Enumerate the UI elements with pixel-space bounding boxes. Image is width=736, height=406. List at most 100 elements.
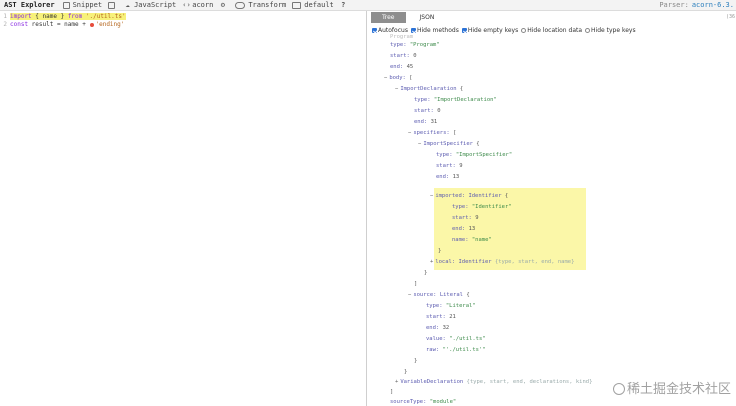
option-hide-methods[interactable]: Hide methods: [410, 27, 459, 34]
transform-label: Transform: [248, 1, 287, 9]
tree-prop: end: 13: [452, 226, 476, 232]
tab-json[interactable]: JSON: [409, 12, 446, 23]
code-line[interactable]: 2 const result = name + 'ending': [2, 21, 124, 29]
checkbox[interactable]: [585, 28, 591, 33]
line-number: 1: [3, 13, 7, 20]
snippet-label: Snippet: [72, 1, 103, 9]
tree-prop: end: 45: [390, 64, 414, 70]
save-icon: [108, 1, 116, 9]
watermark-logo-icon: [612, 383, 625, 395]
option-label: Hide location data: [527, 27, 583, 34]
tree-prop: type: "Program": [390, 42, 440, 48]
code-token: 'ending': [95, 21, 125, 28]
tree-prop: start: 21: [426, 314, 456, 320]
tree-node[interactable]: − ImportSpecifier {: [418, 140, 480, 148]
tree-node[interactable]: − ImportDeclaration {: [395, 85, 463, 93]
toggle-icon: [235, 1, 246, 9]
tree-prop: start: 9: [452, 215, 479, 221]
tree-bracket: }: [424, 270, 428, 276]
option-label: Hide type keys: [591, 27, 636, 34]
output-panel: Tree JSON (36 Autofocus Hide methods Hid…: [368, 11, 736, 406]
parser-info-label: Parser:: [659, 1, 689, 9]
option-hide-empty-keys[interactable]: Hide empty keys: [461, 27, 519, 34]
language-select[interactable]: ☁ JavaScript: [124, 1, 176, 9]
collapse-icon: −: [408, 130, 412, 136]
tree-prop: end: 32: [426, 325, 450, 331]
parser-label: acorn: [192, 1, 214, 9]
code-icon: ‹›: [182, 0, 191, 9]
collapse-icon: −: [408, 292, 412, 298]
option-hide-type-keys[interactable]: Hide type keys: [585, 27, 636, 34]
transform-toggle[interactable]: Transform: [235, 1, 286, 9]
tree-prop: end: 13: [436, 174, 460, 180]
code-editor[interactable]: 1 import { name } from './util.ts' 2 const…: [0, 11, 367, 406]
parser-version-link[interactable]: acorn-6.3.: [692, 1, 734, 9]
gear-icon: ⚙: [220, 0, 225, 9]
help-icon: ?: [341, 0, 346, 9]
checkbox[interactable]: [521, 28, 527, 33]
code-token: result = name +: [28, 21, 90, 28]
cloud-icon: ☁: [125, 0, 130, 9]
checkbox[interactable]: [461, 28, 467, 33]
code-token: const: [10, 21, 29, 28]
tab-tree[interactable]: Tree: [371, 12, 406, 23]
tree-prop: type: "ImportSpecifier": [436, 152, 513, 158]
tree-prop: type: "Identifier": [452, 204, 512, 210]
collapse-icon: −: [418, 141, 422, 147]
app-title: AST Explorer: [4, 1, 55, 9]
watermark-text: 稀土掘金技术社区: [626, 382, 731, 397]
snippet-menu[interactable]: Snippet: [62, 1, 103, 9]
parser-info: Parser: acorn-6.3.: [659, 1, 734, 9]
tree-prop: type: "ImportDeclaration": [414, 97, 497, 103]
tree-node[interactable]: + local: Identifier {type, start, end, na…: [430, 258, 574, 266]
tree-node[interactable]: − imported: Identifier {: [430, 192, 508, 200]
expand-icon: +: [395, 379, 399, 385]
code-token: './util.ts': [82, 13, 126, 20]
tree-bracket: ]: [414, 281, 418, 287]
line-number: 2: [3, 21, 7, 28]
tree-prop: start: 0: [414, 108, 441, 114]
checkbox[interactable]: [372, 28, 377, 33]
tree-bracket: }: [404, 369, 408, 375]
parse-time: (36: [725, 14, 735, 20]
option-label: Hide empty keys: [467, 27, 519, 34]
tree-prop: sourceType: "module": [390, 399, 457, 405]
language-label: JavaScript: [134, 1, 177, 9]
collapse-icon: −: [430, 193, 434, 199]
tree-prop: end: 31: [414, 119, 438, 125]
tree-bracket: }: [414, 358, 418, 364]
code-token: from: [67, 13, 83, 20]
watermark: 稀土掘金技术社区: [612, 378, 731, 397]
tree-prop: type: "Literal": [426, 303, 476, 309]
expand-icon: +: [430, 259, 434, 265]
option-label: Hide methods: [416, 27, 459, 34]
tree-node[interactable]: + VariableDeclaration {type, start, end, …: [395, 378, 592, 386]
collapse-icon: −: [395, 86, 399, 92]
tree-bracket: ]: [390, 389, 394, 395]
tree-prop: name: "name": [452, 237, 492, 243]
tree-prop: start: 0: [390, 53, 417, 59]
keyboard-icon: [292, 1, 302, 9]
code-token: { name }: [31, 13, 68, 20]
tree-node[interactable]: − body: [: [384, 74, 413, 82]
code-token: import: [10, 13, 32, 20]
tree-bracket: }: [438, 248, 442, 254]
settings-button[interactable]: ⚙: [219, 0, 229, 9]
help-button[interactable]: ?: [340, 0, 350, 9]
keymap-label: default: [304, 1, 334, 9]
output-tabs: Tree JSON (36: [368, 11, 736, 24]
tree-prop: raw: "'./util.ts'": [426, 347, 486, 353]
tree-node[interactable]: − specifiers: [: [408, 129, 456, 137]
toolbar: AST Explorer Snippet ☁ JavaScript ‹› aco…: [0, 0, 736, 11]
parser-select[interactable]: ‹› acorn: [182, 1, 213, 9]
code-line[interactable]: 1 import { name } from './util.ts': [2, 13, 126, 21]
cursor-marker: [90, 22, 95, 27]
option-hide-location-data[interactable]: Hide location data: [521, 27, 582, 34]
save-button[interactable]: [108, 1, 118, 9]
snippet-icon: [62, 1, 70, 9]
tree-node[interactable]: Program: [390, 33, 413, 41]
tree-node[interactable]: − source: Literal {: [408, 291, 470, 299]
tree-prop: start: 9: [436, 163, 463, 169]
ast-tree: Program type: "Program" start: 0 end: 45…: [368, 34, 736, 406]
keymap-select[interactable]: default: [292, 1, 334, 9]
